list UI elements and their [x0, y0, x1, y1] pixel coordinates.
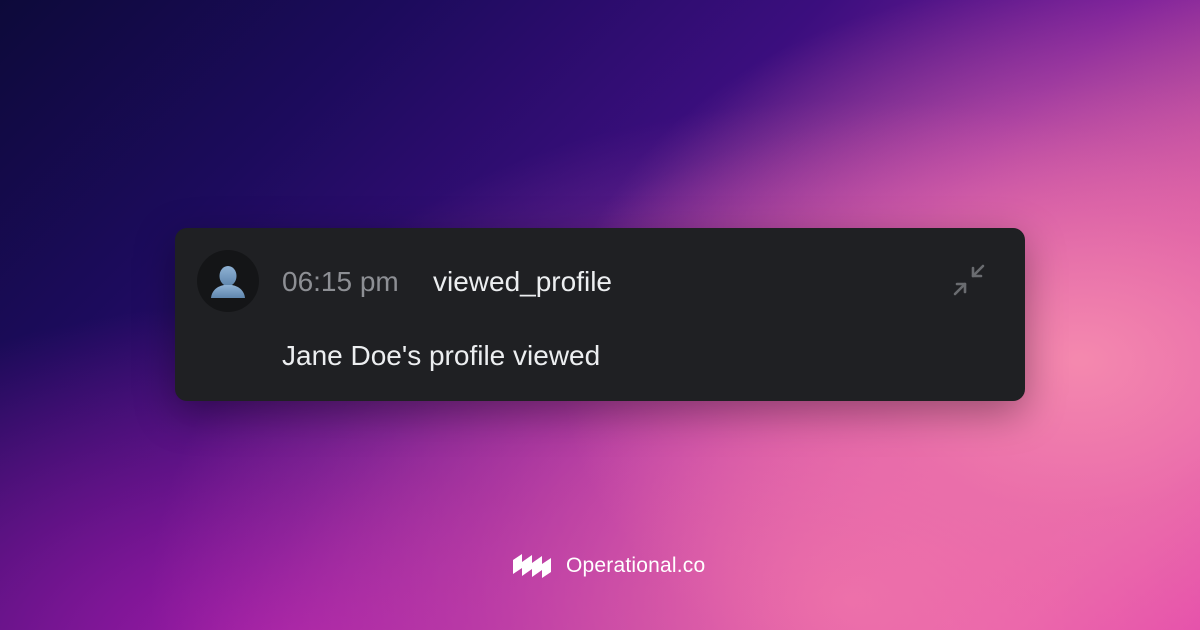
- notification-card: 06:15 pm viewed_profile Jane Doe's profi…: [175, 228, 1025, 401]
- event-time: 06:15 pm: [282, 266, 399, 297]
- operational-logo-icon: [513, 554, 551, 578]
- user-silhouette-icon: [211, 266, 245, 298]
- brand-name: Operational.co: [566, 554, 706, 577]
- event-message: Jane Doe's profile viewed: [282, 340, 601, 371]
- collapse-arrows-icon: [953, 264, 985, 296]
- brand-footer: Operational.co: [512, 546, 705, 586]
- avatar: [197, 250, 259, 312]
- event-name: viewed_profile: [433, 266, 612, 297]
- collapse-button[interactable]: [945, 256, 993, 304]
